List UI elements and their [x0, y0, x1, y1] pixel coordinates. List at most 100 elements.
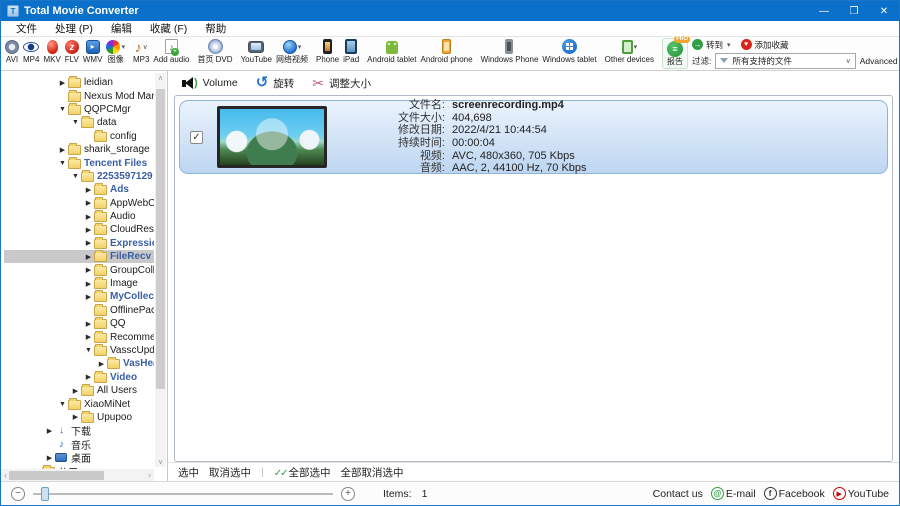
collapse-arrow-icon[interactable]: ▶ — [84, 333, 93, 341]
close-button[interactable]: ✕ — [869, 1, 899, 21]
expand-arrow-icon[interactable]: ▼ — [58, 401, 67, 408]
ipad-button[interactable]: iPad — [341, 37, 361, 70]
collapse-arrow-icon[interactable]: ▶ — [84, 293, 93, 301]
tree-item-qqpcmgr[interactable]: ▼ QQPCMgr — [4, 102, 154, 116]
tree-item-xiaominet[interactable]: ▼ XiaoMiNet — [4, 397, 154, 410]
youtube-link[interactable]: ▶ YouTube — [832, 487, 889, 500]
tree-item-vasscupdate[interactable]: ▼VasscUpdate — [4, 344, 154, 357]
tree-item-audio[interactable]: ▶ Audio — [4, 210, 154, 223]
windows-tablet-button[interactable]: Windows tablet — [540, 37, 598, 70]
tree-item-appwebcache[interactable]: ▶AppWebCach — [4, 196, 154, 210]
tree-item-image[interactable]: ▶ Image — [4, 277, 154, 290]
report-button[interactable]: ≡ PRO 报告 — [662, 36, 690, 69]
collapse-arrow-icon[interactable]: ▶ — [58, 79, 67, 87]
contact-us-link[interactable]: Contact us — [653, 488, 703, 500]
web-video-button[interactable]: ▾ 网络视频 — [274, 37, 310, 70]
collapse-arrow-icon[interactable]: ▶ — [84, 199, 93, 207]
expand-arrow-icon[interactable]: ▼ — [71, 173, 80, 180]
youtube-button[interactable]: YouTube — [239, 37, 274, 70]
tree-item-filerecv[interactable]: ▶ FileRecv — [4, 250, 154, 264]
tree-item-nexus-mod-manager[interactable]: Nexus Mod Manager — [4, 89, 154, 102]
collapse-arrow-icon[interactable]: ▶ — [58, 146, 67, 154]
collapse-arrow-icon[interactable]: ▶ — [84, 253, 93, 261]
menu-favorites[interactable]: 收藏 (F) — [141, 21, 196, 36]
menu-edit[interactable]: 编辑 — [102, 21, 141, 36]
scroll-right-icon[interactable]: › — [148, 470, 151, 480]
rotate-button[interactable]: ↺ 旋转 — [256, 75, 295, 91]
filter-dropdown[interactable]: 所有支持的文件 ∨ — [715, 52, 856, 69]
tree-item-cloudres[interactable]: ▶ CloudRes — [4, 223, 154, 236]
deselect-all-link[interactable]: 全部取消选中 — [341, 465, 404, 480]
tree-item-recommendf[interactable]: ▶RecommendF — [4, 330, 154, 343]
convert-avi-button[interactable]: AVI — [3, 37, 21, 70]
collapse-arrow-icon[interactable]: ▶ — [71, 387, 80, 395]
convert-mkv-button[interactable]: MKV — [41, 37, 62, 70]
collapse-arrow-icon[interactable]: ▶ — [45, 427, 54, 435]
collapse-arrow-icon[interactable]: ▶ — [84, 213, 93, 221]
goto-button[interactable]: → 转到 ▾ — [692, 39, 731, 51]
tree-item-qq[interactable]: ▶ QQ — [4, 317, 154, 330]
scroll-left-icon[interactable]: ‹ — [4, 470, 7, 480]
add-audio-button[interactable]: ♪Add audio — [151, 37, 191, 70]
tree-item-tencent-files[interactable]: ▼ Tencent Files — [4, 156, 154, 169]
collapse-arrow-icon[interactable]: ▶ — [45, 454, 54, 462]
expand-arrow-icon[interactable]: ▼ — [84, 347, 93, 354]
tree-item-video[interactable]: ▶ Video — [4, 370, 154, 384]
collapse-arrow-icon[interactable]: ▶ — [84, 280, 93, 288]
file-row[interactable]: ✓ 文件名: screenrecording.mp4 文件大小: 404,698 修… — [179, 99, 888, 174]
tree-item-2253597129[interactable]: ▼ 2253597129 — [4, 169, 154, 183]
tree-vertical-scrollbar[interactable]: ∧ ∨ — [155, 73, 166, 467]
tree-item-expressionr[interactable]: ▶ExpressionR — [4, 236, 154, 250]
tree-item-ads[interactable]: ▶ Ads — [4, 183, 154, 196]
collapse-arrow-icon[interactable]: ▶ — [84, 186, 93, 194]
tree-item-groupcollection[interactable]: ▶GroupCollecti — [4, 263, 154, 276]
tree-item-offlinepackage[interactable]: OfflinePackag — [4, 303, 154, 317]
collapse-arrow-icon[interactable]: ▶ — [84, 239, 93, 247]
collapse-arrow-icon[interactable]: ▶ — [97, 360, 106, 368]
menu-process[interactable]: 处理 (P) — [46, 21, 102, 36]
expand-arrow-icon[interactable]: ▼ — [58, 160, 67, 167]
minimize-button[interactable]: — — [809, 1, 839, 21]
tree-item-music[interactable]: ♪ 音乐 — [4, 438, 154, 451]
convert-mp4-button[interactable]: MP4 — [21, 37, 41, 70]
tree-item-downloads[interactable]: ▶ ↓ 下载 — [4, 424, 154, 437]
resize-button[interactable]: ✂ 调整大小 — [312, 76, 371, 91]
windows-phone-button[interactable]: Windows Phone — [479, 37, 541, 70]
tree-item-sharik-storage[interactable]: ▶ sharik_storage — [4, 143, 154, 156]
collapse-arrow-icon[interactable]: ▶ — [84, 373, 93, 381]
thumbnail-size-slider[interactable] — [33, 486, 333, 501]
collapse-arrow-icon[interactable]: ▶ — [84, 266, 93, 274]
tree-item-all-users[interactable]: ▶ All Users — [4, 384, 154, 397]
convert-wmv-button[interactable]: ▸ WMV — [81, 37, 105, 70]
other-devices-button[interactable]: ▾ Other devices — [603, 37, 656, 70]
add-favorite-button[interactable]: ♥ 添加收藏 — [740, 39, 789, 51]
tree-item-mycollection[interactable]: ▶MyCollectio — [4, 290, 154, 303]
scrollbar-thumb[interactable] — [9, 470, 104, 480]
expand-arrow-icon[interactable]: ▼ — [58, 106, 67, 113]
zoom-out-button[interactable]: − — [11, 486, 25, 501]
maximize-button[interactable]: ❐ — [839, 1, 869, 21]
select-link[interactable]: 选中 — [178, 465, 199, 480]
tree-item-leidian[interactable]: ▶ leidian — [4, 76, 154, 89]
email-link[interactable]: @ E-mail — [710, 487, 756, 500]
menu-help[interactable]: 帮助 — [196, 21, 235, 36]
zoom-in-button[interactable]: + — [341, 486, 355, 501]
collapse-arrow-icon[interactable]: ▶ — [71, 413, 80, 421]
tree-item-vashead[interactable]: ▶VasHead — [4, 357, 154, 370]
menu-file[interactable]: 文件 — [7, 21, 46, 36]
convert-image-button[interactable]: ▾ 图像 — [104, 37, 127, 70]
deselect-link[interactable]: 取消选中 — [209, 465, 251, 480]
scroll-down-icon[interactable]: ∨ — [158, 458, 163, 466]
volume-button[interactable]: ) Volume — [182, 77, 238, 89]
tree-item-config[interactable]: config — [4, 129, 154, 143]
tree-item-upupoo[interactable]: ▶ Upupoo — [4, 410, 154, 424]
scrollbar-thumb[interactable] — [156, 89, 165, 389]
tree-item-data[interactable]: ▼ data — [4, 116, 154, 129]
slider-handle[interactable] — [41, 486, 49, 501]
convert-flv-button[interactable]: z FLV — [63, 37, 81, 70]
collapse-arrow-icon[interactable]: ▶ — [84, 226, 93, 234]
convert-mp3-button[interactable]: ♪ ∨ MP3 — [131, 37, 151, 70]
collapse-arrow-icon[interactable]: ▶ — [84, 320, 93, 328]
dvd-button[interactable]: 首页 DVD — [195, 37, 234, 70]
facebook-link[interactable]: f Facebook — [763, 487, 825, 500]
